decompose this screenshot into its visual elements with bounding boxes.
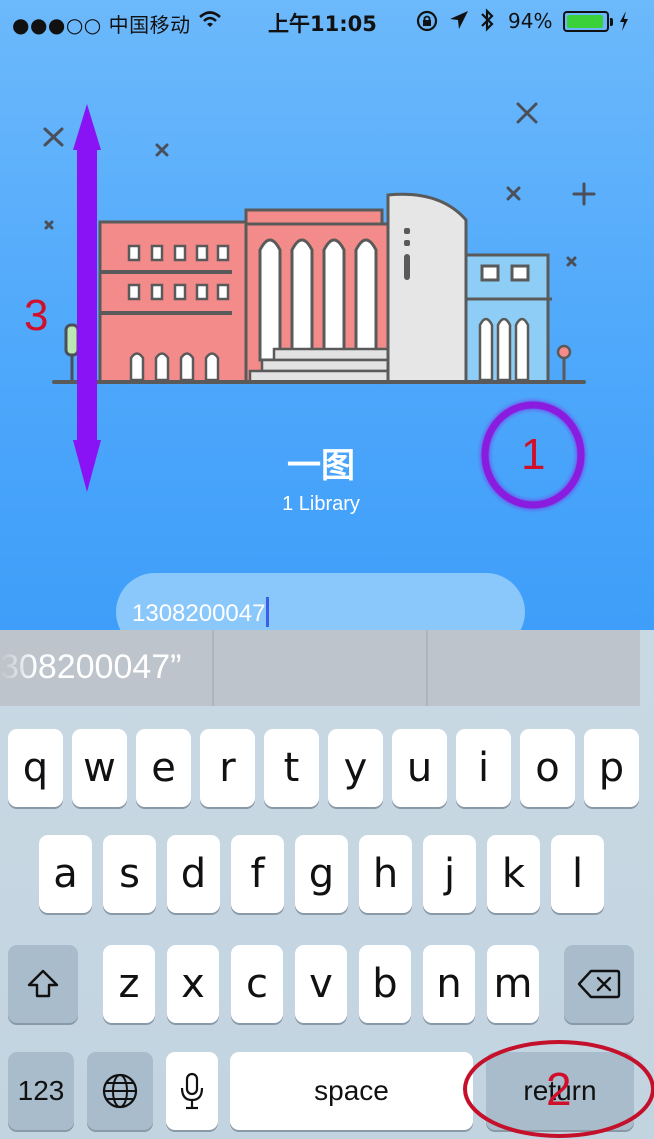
suggestion-fade bbox=[0, 630, 36, 706]
battery-percent: 94% bbox=[508, 9, 553, 33]
battery-icon bbox=[563, 11, 613, 32]
key-j[interactable]: j bbox=[423, 835, 476, 913]
globe-key[interactable] bbox=[87, 1052, 153, 1130]
suggestion-divider bbox=[212, 630, 214, 706]
key-i[interactable]: i bbox=[456, 729, 511, 807]
charging-icon bbox=[618, 8, 630, 39]
numbers-key[interactable]: 123 bbox=[8, 1052, 74, 1130]
key-m[interactable]: m bbox=[487, 945, 539, 1023]
battery-level-fill bbox=[567, 15, 603, 28]
login-screen: ●●●○○ 中国移动 上午11:05 94% 一图 1 Library 1308… bbox=[0, 0, 654, 632]
library-illustration bbox=[43, 102, 596, 384]
app-subtitle: 1 Library bbox=[282, 493, 360, 515]
key-f[interactable]: f bbox=[231, 835, 284, 913]
grey-tower bbox=[386, 192, 468, 384]
key-u[interactable]: u bbox=[392, 729, 447, 807]
key-a[interactable]: a bbox=[39, 835, 92, 913]
shift-icon bbox=[27, 969, 59, 998]
status-bar: ●●●○○ 中国移动 上午11:05 94% bbox=[0, 0, 654, 44]
central-hall bbox=[244, 208, 392, 384]
wifi-icon bbox=[198, 10, 222, 35]
key-h[interactable]: h bbox=[359, 835, 412, 913]
key-z[interactable]: z bbox=[103, 945, 155, 1023]
pink-building bbox=[98, 220, 249, 384]
annotation-label-2: 2 bbox=[546, 1063, 572, 1115]
key-t[interactable]: t bbox=[264, 729, 319, 807]
phone-number-value: 1308200047 bbox=[132, 600, 266, 627]
key-c[interactable]: c bbox=[231, 945, 283, 1023]
key-l[interactable]: l bbox=[551, 835, 604, 913]
rotation-lock-icon bbox=[414, 8, 440, 39]
key-n[interactable]: n bbox=[423, 945, 475, 1023]
delete-key[interactable] bbox=[564, 945, 634, 1023]
space-key[interactable]: space bbox=[230, 1052, 473, 1130]
key-o[interactable]: o bbox=[520, 729, 575, 807]
annotation-label-3: 3 bbox=[24, 291, 49, 340]
key-w[interactable]: w bbox=[72, 729, 127, 807]
key-y[interactable]: y bbox=[328, 729, 383, 807]
key-r[interactable]: r bbox=[200, 729, 255, 807]
key-q[interactable]: q bbox=[8, 729, 63, 807]
key-b[interactable]: b bbox=[359, 945, 411, 1023]
key-d[interactable]: d bbox=[167, 835, 220, 913]
phone-number-input[interactable]: 1308200047 bbox=[116, 573, 525, 632]
globe-icon bbox=[102, 1073, 138, 1109]
annotation-label-1: 1 bbox=[521, 430, 546, 479]
key-e[interactable]: e bbox=[136, 729, 191, 807]
shift-key[interactable] bbox=[8, 945, 78, 1023]
key-x[interactable]: x bbox=[167, 945, 219, 1023]
backspace-icon bbox=[577, 969, 621, 999]
location-icon bbox=[448, 8, 470, 37]
key-p[interactable]: p bbox=[584, 729, 639, 807]
key-v[interactable]: v bbox=[295, 945, 347, 1023]
bluetooth-icon bbox=[478, 6, 496, 39]
suggestion-bar: 308200047” bbox=[0, 630, 640, 706]
dictation-key[interactable] bbox=[166, 1052, 218, 1130]
key-s[interactable]: s bbox=[103, 835, 156, 913]
key-k[interactable]: k bbox=[487, 835, 540, 913]
clock-label: 上午11:05 bbox=[268, 12, 377, 36]
app-title: 一图 bbox=[287, 446, 355, 486]
text-caret bbox=[266, 597, 270, 627]
blue-building bbox=[464, 253, 552, 384]
carrier-label: ●●●○○ 中国移动 bbox=[12, 13, 191, 37]
microphone-icon bbox=[180, 1072, 204, 1110]
suggestion-divider bbox=[426, 630, 428, 706]
key-g[interactable]: g bbox=[295, 835, 348, 913]
